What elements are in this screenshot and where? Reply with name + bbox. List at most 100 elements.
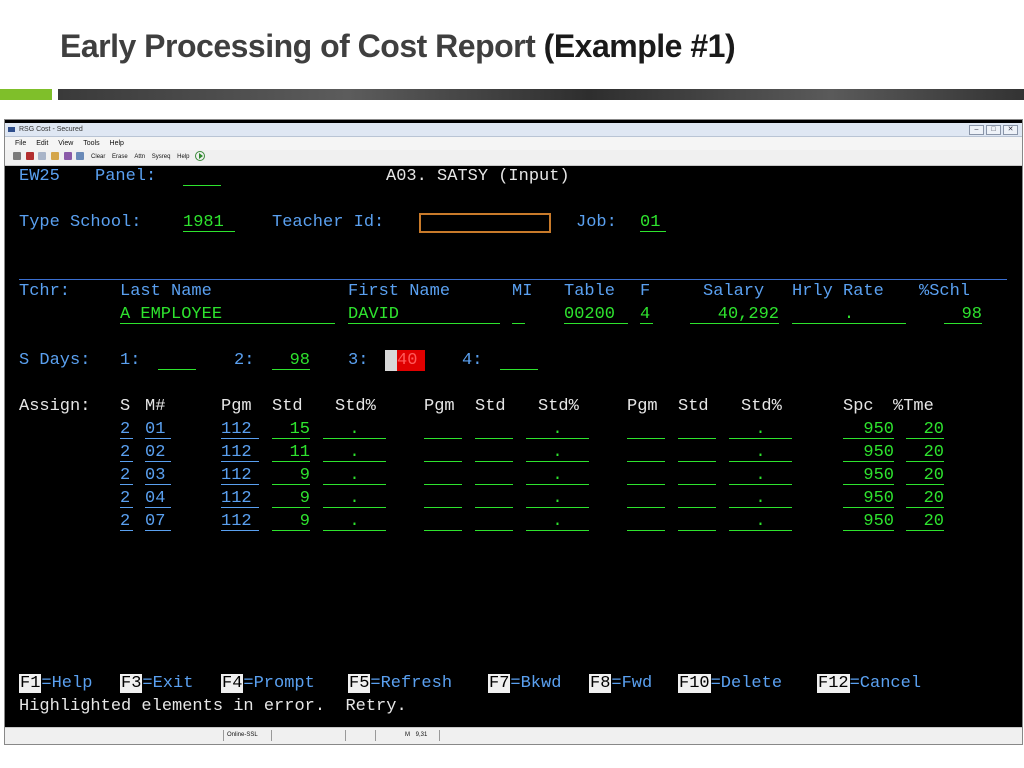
assign-pgm1-input[interactable]: 112: [221, 466, 259, 485]
assign-pgm3-input[interactable]: [627, 443, 665, 462]
sdays-4-input[interactable]: [500, 351, 538, 370]
assign-stdpct1-input[interactable]: .: [323, 489, 386, 508]
assign-std1-input[interactable]: 9: [272, 466, 310, 485]
assign-pgm2-input[interactable]: [424, 466, 462, 485]
menu-help[interactable]: Help: [110, 137, 124, 150]
menu-file[interactable]: File: [15, 137, 26, 150]
sdays-3-input[interactable]: 40: [397, 350, 425, 371]
assign-tme-input[interactable]: 20: [906, 466, 944, 485]
assign-stdpct1-input[interactable]: .: [323, 512, 386, 531]
toolbar-sysreq-button[interactable]: Sysreq: [152, 150, 171, 165]
sdays-3-error-field[interactable]: 40: [385, 350, 425, 371]
type-school-input[interactable]: 1981: [183, 213, 235, 232]
assign-std2-input[interactable]: [475, 466, 513, 485]
print-icon[interactable]: [13, 152, 21, 161]
mi-input[interactable]: [512, 305, 525, 324]
toolbar-erase-button[interactable]: Erase: [112, 150, 128, 165]
toolbar-help-button[interactable]: Help: [177, 150, 189, 165]
fkey-f4[interactable]: F4=Prompt: [221, 674, 315, 694]
assign-stdpct2-input[interactable]: .: [526, 420, 589, 439]
assign-std3-input[interactable]: [678, 443, 716, 462]
fkey-f8-key[interactable]: F8: [589, 674, 612, 693]
paste-icon[interactable]: [51, 152, 60, 161]
assign-stdpct2-input[interactable]: .: [526, 443, 589, 462]
assign-pgm2-input[interactable]: [424, 489, 462, 508]
teacher-id-input[interactable]: [419, 213, 551, 233]
play-icon[interactable]: [195, 151, 206, 162]
assign-spc-input[interactable]: 950: [843, 443, 894, 462]
fkey-f5[interactable]: F5=Refresh: [348, 674, 452, 694]
assign-tme-input[interactable]: 20: [906, 443, 944, 462]
assign-stdpct1-input[interactable]: .: [323, 466, 386, 485]
menu-view[interactable]: View: [58, 137, 73, 150]
copy-icon[interactable]: [38, 152, 47, 161]
assign-std1-input[interactable]: 9: [272, 512, 310, 531]
assign-std3-input[interactable]: [678, 512, 716, 531]
assign-std3-input[interactable]: [678, 489, 716, 508]
table-input[interactable]: 00200: [564, 305, 628, 324]
minimize-button[interactable]: –: [969, 125, 984, 135]
assign-spc-input[interactable]: 950: [843, 512, 894, 531]
assign-pgm3-input[interactable]: [627, 420, 665, 439]
fkey-f4-key[interactable]: F4: [221, 674, 244, 693]
fkey-f3-key[interactable]: F3: [120, 674, 143, 693]
assign-pgm1-input[interactable]: 112: [221, 443, 259, 462]
fkey-f10[interactable]: F10=Delete: [678, 674, 782, 694]
assign-m-input[interactable]: 02: [145, 443, 171, 462]
menu-tools[interactable]: Tools: [83, 137, 99, 150]
sdays-2-input[interactable]: 98: [272, 351, 310, 370]
assign-spc-input[interactable]: 950: [843, 489, 894, 508]
assign-tme-input[interactable]: 20: [906, 512, 944, 531]
assign-s-input[interactable]: 2: [120, 466, 133, 485]
restore-button[interactable]: □: [986, 125, 1001, 135]
panel-input[interactable]: [183, 167, 221, 186]
assign-spc-input[interactable]: 950: [843, 420, 894, 439]
assign-s-input[interactable]: 2: [120, 512, 133, 531]
assign-pgm1-input[interactable]: 112: [221, 489, 259, 508]
assign-std2-input[interactable]: [475, 489, 513, 508]
close-button[interactable]: ✕: [1003, 125, 1018, 135]
assign-stdpct3-input[interactable]: .: [729, 466, 792, 485]
fkey-f12-key[interactable]: F12: [817, 674, 850, 693]
assign-pgm2-input[interactable]: [424, 512, 462, 531]
assign-stdpct2-input[interactable]: .: [526, 466, 589, 485]
hrly-rate-input[interactable]: .: [792, 305, 906, 324]
assign-stdpct1-input[interactable]: .: [323, 420, 386, 439]
assign-m-input[interactable]: 04: [145, 489, 171, 508]
assign-std3-input[interactable]: [678, 466, 716, 485]
assign-pgm2-input[interactable]: [424, 443, 462, 462]
assign-std2-input[interactable]: [475, 512, 513, 531]
fkey-f3[interactable]: F3=Exit: [120, 674, 193, 694]
assign-spc-input[interactable]: 950: [843, 466, 894, 485]
last-name-input[interactable]: A EMPLOYEE: [120, 305, 335, 324]
fkey-f12[interactable]: F12=Cancel: [817, 674, 921, 694]
assign-std1-input[interactable]: 11: [272, 443, 310, 462]
assign-s-input[interactable]: 2: [120, 489, 133, 508]
sdays-1-input[interactable]: [158, 351, 196, 370]
assign-stdpct3-input[interactable]: .: [729, 420, 792, 439]
assign-m-input[interactable]: 01: [145, 420, 171, 439]
fkey-f5-key[interactable]: F5: [348, 674, 371, 693]
assign-std1-input[interactable]: 15: [272, 420, 310, 439]
assign-pgm3-input[interactable]: [627, 489, 665, 508]
assign-std1-input[interactable]: 9: [272, 489, 310, 508]
salary-input[interactable]: 40,292: [690, 305, 779, 324]
toolbar-clear-button[interactable]: Clear: [91, 150, 105, 165]
toolbar-attn-button[interactable]: Attn: [134, 150, 145, 165]
assign-std3-input[interactable]: [678, 420, 716, 439]
assign-s-input[interactable]: 2: [120, 443, 133, 462]
keyboard-icon[interactable]: [76, 152, 85, 161]
disconnect-icon[interactable]: [25, 152, 34, 161]
assign-stdpct2-input[interactable]: .: [526, 489, 589, 508]
assign-m-input[interactable]: 03: [145, 466, 171, 485]
assign-m-input[interactable]: 07: [145, 512, 171, 531]
assign-pgm3-input[interactable]: [627, 466, 665, 485]
fkey-f1[interactable]: F1=Help: [19, 674, 92, 694]
fkey-f1-key[interactable]: F1: [19, 674, 42, 693]
assign-std2-input[interactable]: [475, 443, 513, 462]
fkey-f7[interactable]: F7=Bkwd: [488, 674, 561, 694]
assign-tme-input[interactable]: 20: [906, 489, 944, 508]
assign-stdpct2-input[interactable]: .: [526, 512, 589, 531]
pct-schl-input[interactable]: 98: [944, 305, 982, 324]
job-input[interactable]: 01: [640, 213, 666, 232]
